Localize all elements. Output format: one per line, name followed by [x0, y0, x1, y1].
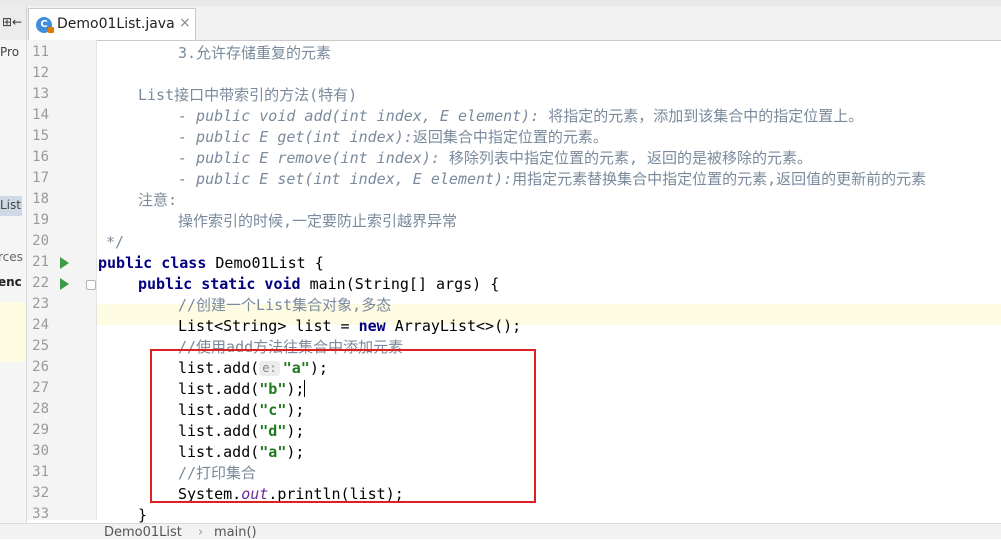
code-line[interactable]: List接口中带索引的方法(特有): [138, 85, 357, 106]
code-line[interactable]: - public E set(int index, E element):用指定…: [178, 169, 926, 190]
code-token: List<String> list =: [178, 317, 359, 335]
comment-text: 返回集合中指定位置的元素。: [412, 128, 608, 146]
comment-signature: - public E set(int index, E element):: [178, 170, 513, 188]
line-number: 15: [32, 128, 49, 144]
comment-text: //创建一个List集合对象,多态: [178, 296, 392, 314]
line-number: 16: [32, 149, 49, 165]
comment-text: 用指定元素替换集合中指定位置的元素,返回值的更新前的元素: [512, 170, 927, 188]
line-number: 19: [32, 212, 49, 228]
java-class-icon: C: [36, 17, 54, 33]
tab-close-icon[interactable]: ×: [179, 15, 191, 31]
line-number: 30: [32, 443, 49, 459]
comment-text: 操作索引的时候,一定要防止索引越界异常: [178, 212, 458, 230]
tab-demo01list[interactable]: C Demo01List.java ×: [28, 8, 196, 40]
project-panel-item[interactable]: rces: [0, 250, 23, 264]
line-number: 12: [32, 65, 49, 81]
code-line[interactable]: - public E remove(int index): 移除列表中指定位置的…: [178, 148, 812, 169]
comment-text: 将指定的元素，添加到该集合中的指定位置上。: [539, 107, 864, 125]
code-line[interactable]: public class Demo01List {: [98, 253, 324, 274]
line-number: 24: [32, 317, 49, 333]
line-number: 31: [32, 464, 49, 480]
code-line[interactable]: 操作索引的时候,一定要防止索引越界异常: [178, 211, 457, 232]
comment-text: */: [106, 233, 125, 251]
keyword: public class: [98, 254, 207, 272]
comment-text: List接口中带索引的方法(特有): [138, 86, 358, 104]
comment-signature: - public void add(int index, E element):: [178, 107, 540, 125]
line-number: 20: [32, 233, 49, 249]
line-number: 22: [32, 275, 49, 291]
code-token: ArrayList<>();: [385, 317, 522, 335]
code-line[interactable]: 注意:: [138, 190, 177, 211]
line-number: 13: [32, 86, 49, 102]
fold-icon[interactable]: [86, 280, 96, 290]
run-gutter-icon[interactable]: [60, 257, 69, 269]
comment-text: 移除列表中指定位置的元素, 返回的是被移除的元素。: [439, 149, 813, 167]
run-gutter-icon[interactable]: [60, 278, 69, 290]
project-panel: Pro List rces enc: [0, 40, 27, 538]
panel-toggle-label: ⊞←: [2, 15, 23, 29]
keyword: public static void: [138, 275, 301, 293]
line-number: 17: [32, 170, 49, 186]
project-panel-item-label: List: [0, 198, 21, 212]
project-panel-item[interactable]: enc: [0, 275, 22, 289]
line-number: 14: [32, 107, 49, 123]
code-token: Demo01List {: [206, 254, 324, 272]
comment-signature: - public E get(int index):: [178, 128, 413, 146]
line-number: 11: [32, 44, 49, 60]
project-panel-highlight: [0, 302, 26, 362]
project-panel-item[interactable]: Pro: [0, 45, 19, 59]
code-line[interactable]: - public void add(int index, E element):…: [178, 106, 863, 127]
code-line[interactable]: List<String> list = new ArrayList<>();: [178, 316, 521, 337]
line-number: 33: [32, 506, 49, 522]
comment-text: 3.允许存储重复的元素: [178, 44, 332, 62]
keyword: new: [358, 317, 386, 335]
tab-title: Demo01List.java: [57, 16, 175, 32]
line-number: 18: [32, 191, 49, 207]
code-line[interactable]: */: [106, 232, 124, 253]
gutter-divider: [96, 40, 97, 520]
breadcrumb: Demo01List › main(): [0, 523, 1001, 540]
comment-text: 注意:: [138, 191, 178, 209]
line-number: 32: [32, 485, 49, 501]
project-panel-selected-item[interactable]: List: [0, 196, 22, 216]
line-number: 26: [32, 359, 49, 375]
annotation-highlight-box: [150, 349, 536, 503]
line-number: 21: [32, 254, 49, 270]
comment-signature: - public E remove(int index):: [178, 149, 440, 167]
code-line[interactable]: 3.允许存储重复的元素: [178, 43, 331, 64]
line-number: 28: [32, 401, 49, 417]
line-number: 23: [32, 296, 49, 312]
panel-toggle-button[interactable]: ⊞←: [0, 6, 27, 40]
line-number: 27: [32, 380, 49, 396]
code-token: main(String[] args) {: [300, 275, 500, 293]
line-number: 29: [32, 422, 49, 438]
code-line[interactable]: //创建一个List集合对象,多态: [178, 295, 391, 316]
code-line[interactable]: public static void main(String[] args) {: [138, 274, 499, 295]
code-line[interactable]: - public E get(int index):返回集合中指定位置的元素。: [178, 127, 608, 148]
line-number: 25: [32, 338, 49, 354]
code-token: }: [138, 506, 148, 524]
